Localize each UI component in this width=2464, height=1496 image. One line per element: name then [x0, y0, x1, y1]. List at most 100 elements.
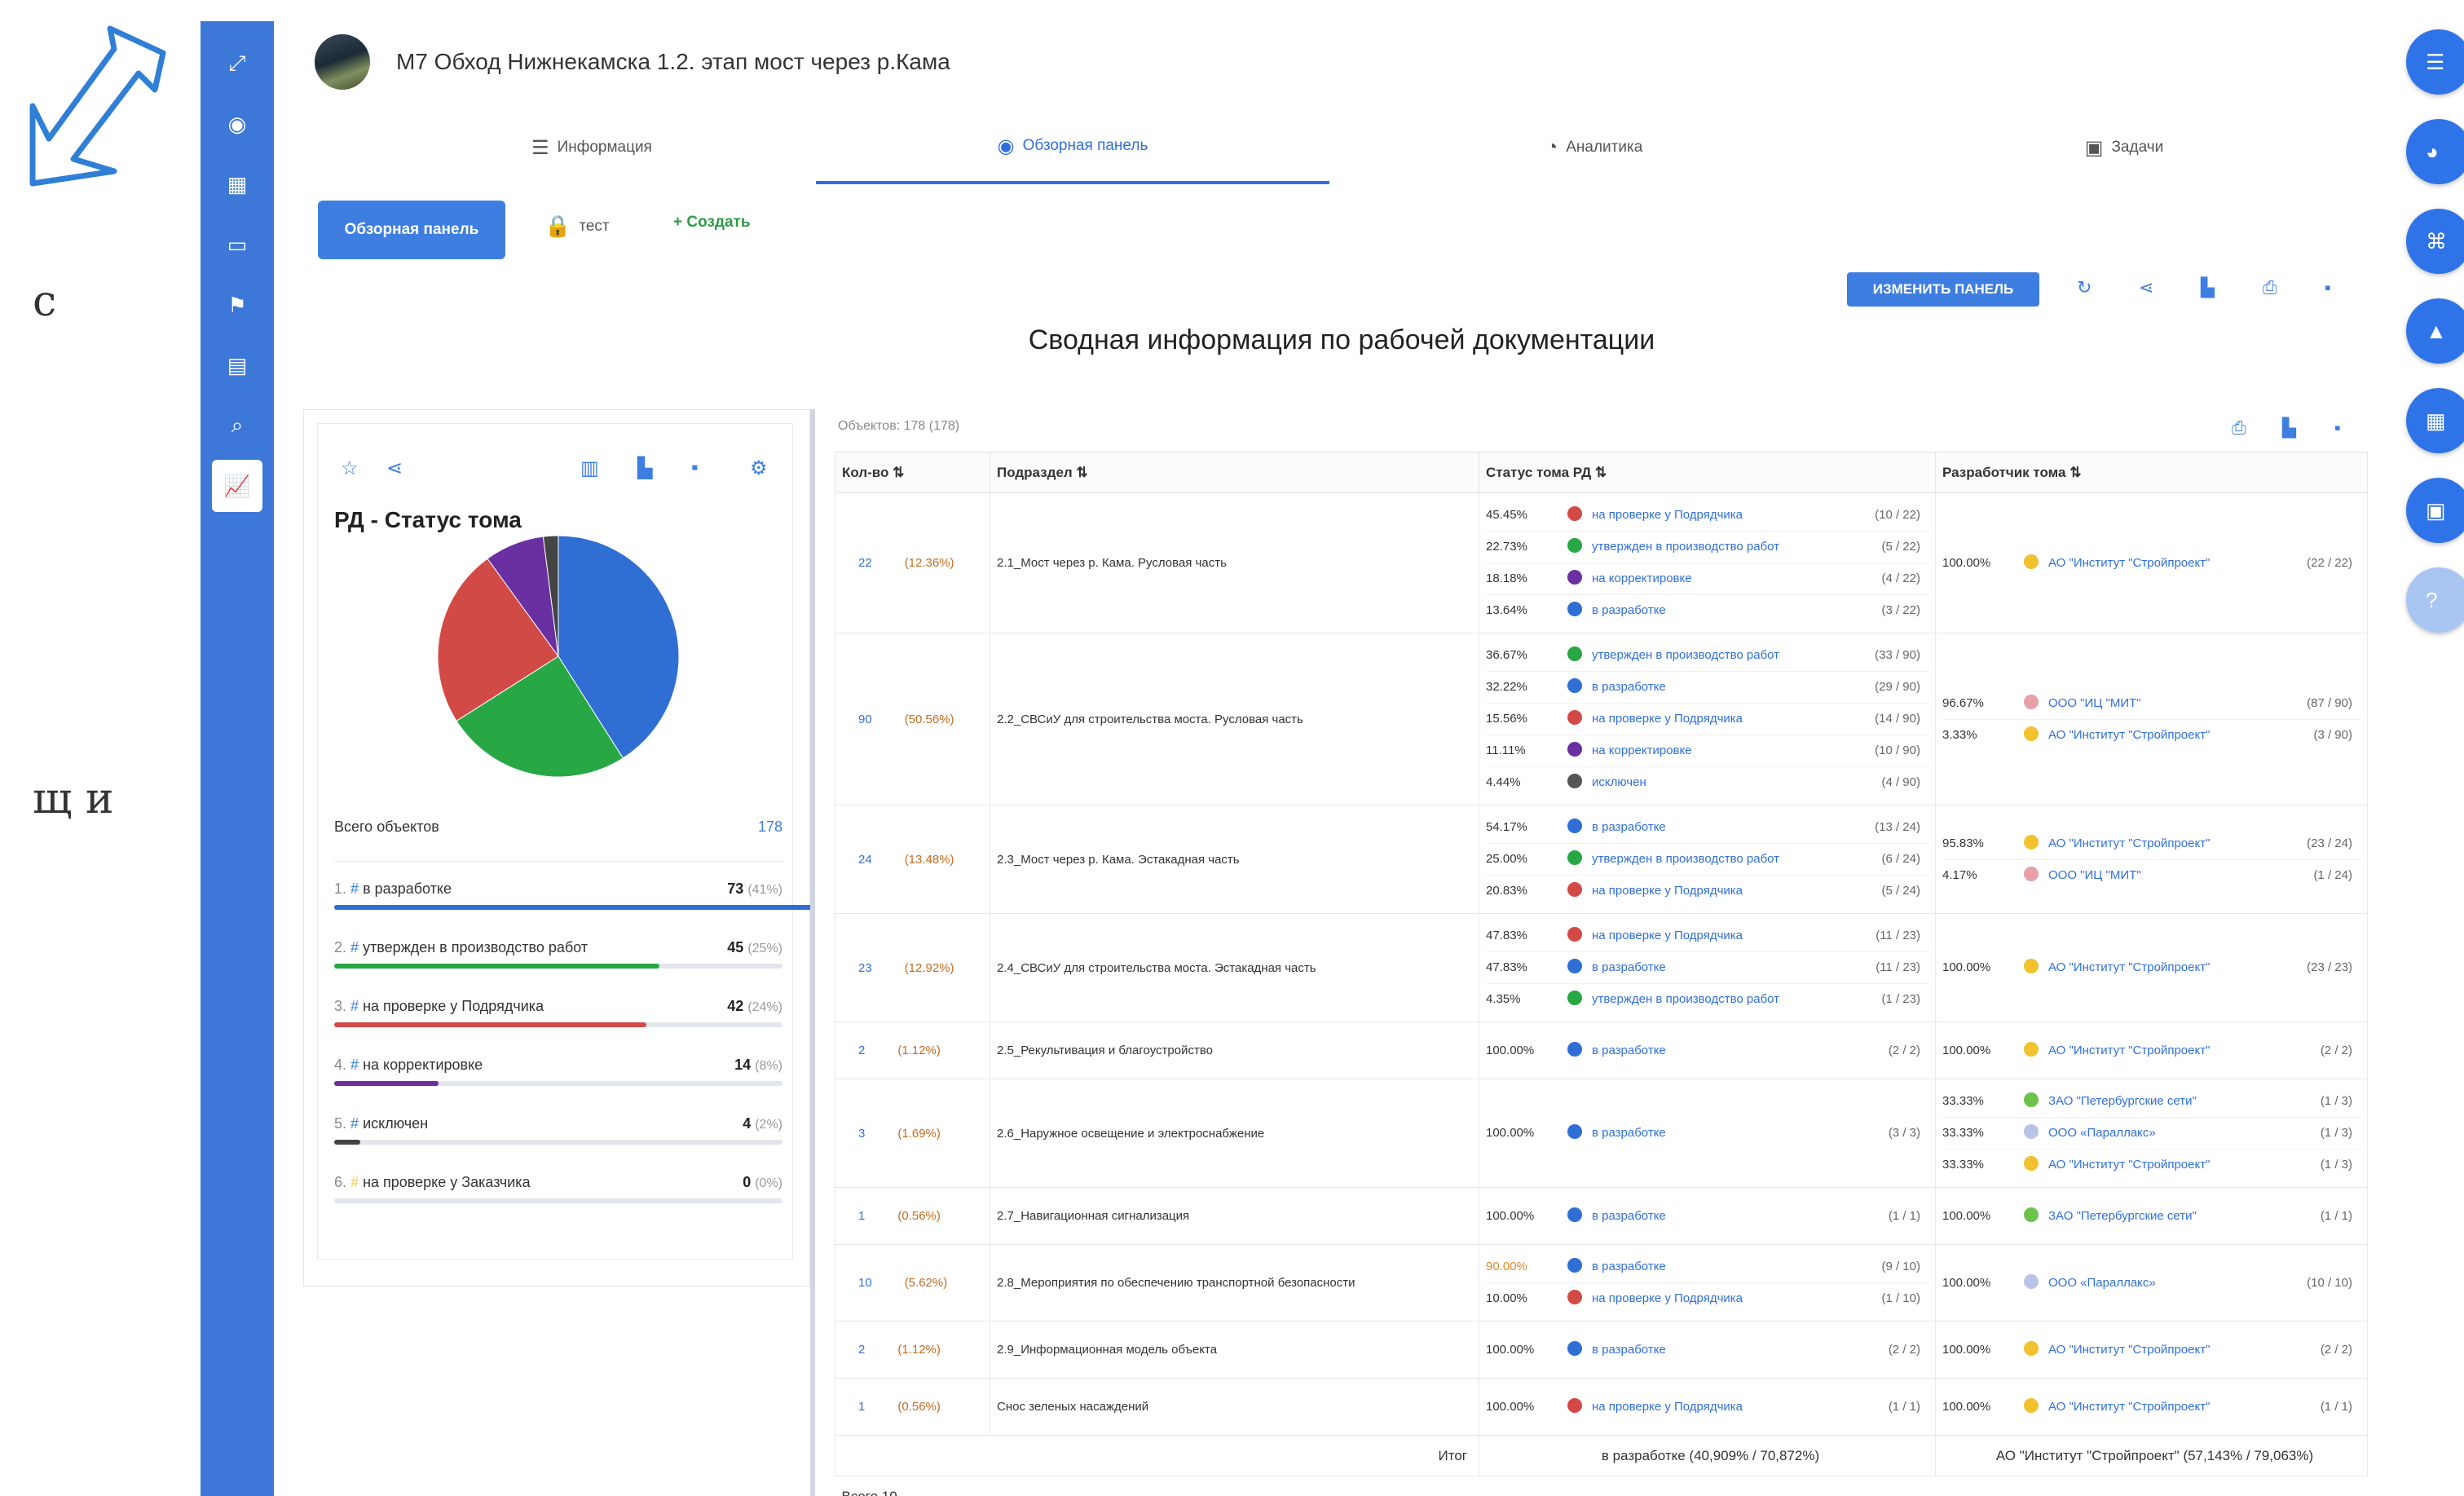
status-name[interactable]: на проверке у Подрядчика: [1592, 712, 1743, 726]
create-button[interactable]: + Создать: [673, 214, 751, 232]
export-icon[interactable]: ▙: [637, 457, 652, 480]
export-icon[interactable]: ▙: [2201, 277, 2215, 298]
building-icon[interactable]: ▲: [2406, 298, 2464, 364]
expand-icon[interactable]: ⤢: [201, 38, 274, 90]
folder-icon[interactable]: ▭: [201, 218, 274, 271]
developer-name[interactable]: АО "Институт "Стройпроект": [2048, 556, 2210, 570]
developer-name[interactable]: АО "Институт "Стройпроект": [2048, 1158, 2210, 1172]
status-name[interactable]: в разработке: [1592, 960, 1666, 974]
qty-value[interactable]: 10: [858, 1276, 872, 1290]
section-name[interactable]: 2.7_Навигационная сигнализация: [997, 1209, 1189, 1223]
document-icon[interactable]: ▤: [201, 339, 274, 391]
search-icon[interactable]: ⌕: [201, 399, 274, 452]
column-header-status[interactable]: Статус тома РД ⇅: [1479, 452, 1936, 493]
table-row[interactable]: 2 (1.12%) 2.5_Рекультивация и благоустройс…: [835, 1022, 2368, 1079]
table-row[interactable]: 1 (0.56%) Снос зеленых насаждений 100.00% на…: [835, 1378, 2368, 1436]
status-name[interactable]: в разработке: [1592, 1209, 1666, 1223]
developer-name[interactable]: АО "Институт "Стройпроект": [2048, 1400, 2210, 1414]
qty-value[interactable]: 2: [858, 1044, 865, 1057]
status-name[interactable]: в разработке: [1592, 680, 1666, 694]
qty-value[interactable]: 24: [858, 853, 872, 867]
section-name[interactable]: 2.9_Информационная модель объекта: [997, 1343, 1217, 1357]
status-name[interactable]: в разработке: [1592, 603, 1666, 617]
legend-item[interactable]: 2. # утвержден в производство работ 45 (2…: [334, 939, 782, 991]
qty-value[interactable]: 1: [858, 1209, 865, 1223]
flag-icon[interactable]: ⚑: [201, 279, 274, 331]
section-name[interactable]: 2.3_Мост через р. Кама. Эстакадная часть: [997, 853, 1240, 867]
section-name[interactable]: Снос зеленых насаждений: [997, 1400, 1148, 1414]
chart-icon[interactable]: 📈: [212, 460, 262, 512]
legend-item[interactable]: 1. # в разработке 73 (41%): [334, 880, 867, 933]
developer-name[interactable]: АО "Институт "Стройпроект": [2048, 1044, 2210, 1057]
settings-icon[interactable]: ⚙: [750, 457, 768, 480]
status-name[interactable]: на корректировке: [1592, 571, 1692, 585]
status-name[interactable]: на корректировке: [1592, 744, 1692, 757]
dashboard-button[interactable]: Обзорная панель: [318, 201, 505, 259]
qty-value[interactable]: 2: [858, 1343, 865, 1357]
status-name[interactable]: в разработке: [1592, 1343, 1666, 1357]
status-name[interactable]: в разработке: [1592, 1260, 1666, 1273]
status-name[interactable]: утвержден в производство работ: [1592, 992, 1779, 1006]
developer-name[interactable]: ООО "ИЦ "МИТ": [2048, 868, 2141, 882]
table-row[interactable]: 22 (12.36%) 2.1_Мост через р. Кама. Руслов…: [835, 492, 2368, 633]
table-row[interactable]: 10 (5.62%) 2.8_Мероприятия по обеспечению …: [835, 1244, 2368, 1322]
section-name[interactable]: 2.6_Наружное освещение и электроснабжени…: [997, 1127, 1264, 1141]
tab-info[interactable]: ☰ Информация: [469, 111, 714, 184]
save-icon[interactable]: ▪: [2325, 277, 2331, 298]
developer-name[interactable]: ООО «Параллакс»: [2048, 1276, 2156, 1290]
status-name[interactable]: утвержден в производство работ: [1592, 852, 1779, 866]
save-icon[interactable]: ▪: [691, 457, 699, 479]
share-icon[interactable]: ⋖: [2139, 277, 2153, 298]
print-icon[interactable]: ⎙: [2232, 417, 2246, 439]
column-header-section[interactable]: Подраздел ⇅: [990, 452, 1479, 493]
section-name[interactable]: 2.4_СВСиУ для строительства моста. Эстак…: [997, 961, 1316, 975]
section-name[interactable]: 2.2_СВСиУ для строительства моста. Русло…: [997, 713, 1303, 726]
legend-item[interactable]: 3. # на проверке у Подрядчика 42 (24%): [334, 998, 782, 1050]
table-row[interactable]: 90 (50.56%) 2.2_СВСиУ для строительства мо…: [835, 633, 2368, 805]
status-name[interactable]: на проверке у Подрядчика: [1592, 508, 1743, 522]
project-avatar[interactable]: [315, 34, 370, 90]
table-row[interactable]: 1 (0.56%) 2.7_Навигационная сигнализация 10…: [835, 1187, 2368, 1245]
legend-item[interactable]: 5. # исключен 4 (2%): [334, 1115, 782, 1167]
photo-icon[interactable]: ▣: [2406, 478, 2464, 543]
status-name[interactable]: на проверке у Подрядчика: [1592, 884, 1743, 898]
status-name[interactable]: в разработке: [1592, 1044, 1666, 1057]
network-icon[interactable]: ⌘: [2406, 209, 2464, 274]
developer-name[interactable]: ООО "ИЦ "МИТ": [2048, 696, 2141, 710]
table-row[interactable]: 2 (1.12%) 2.9_Информационная модель объект…: [835, 1321, 2368, 1379]
section-name[interactable]: 2.5_Рекультивация и благоустройство: [997, 1044, 1213, 1057]
status-name[interactable]: на проверке у Подрядчика: [1592, 1400, 1743, 1414]
legend-item[interactable]: 6. # на проверке у Заказчика 0 (0%): [334, 1174, 782, 1226]
developer-name[interactable]: АО "Институт "Стройпроект": [2048, 836, 2210, 850]
status-name[interactable]: утвержден в производство работ: [1592, 540, 1779, 554]
export-icon[interactable]: ▙: [2282, 417, 2296, 439]
help-icon[interactable]: ?: [2406, 567, 2464, 633]
total-value[interactable]: 178: [758, 819, 782, 836]
star-icon[interactable]: ☆: [341, 457, 359, 480]
status-name[interactable]: в разработке: [1592, 820, 1666, 834]
column-header-qty[interactable]: Кол-во ⇅: [835, 452, 990, 493]
test-panel-chip[interactable]: 🔒 тест: [544, 214, 610, 239]
list-icon[interactable]: ☰: [2406, 29, 2464, 95]
qty-value[interactable]: 22: [858, 556, 872, 570]
pie-chart-icon[interactable]: ◕: [2406, 119, 2464, 184]
table-row[interactable]: 3 (1.69%) 2.6_Наружное освещение и электро…: [835, 1079, 2368, 1188]
tab-analytics[interactable]: ◔ Аналитика: [1472, 111, 1717, 184]
qty-value[interactable]: 90: [858, 713, 872, 726]
developer-name[interactable]: АО "Институт "Стройпроект": [2048, 1343, 2210, 1357]
eye-icon[interactable]: ◉: [201, 98, 274, 150]
status-name[interactable]: в разработке: [1592, 1126, 1666, 1140]
developer-name[interactable]: АО "Институт "Стройпроект": [2048, 728, 2210, 742]
refresh-icon[interactable]: ↻: [2077, 277, 2092, 298]
print-icon[interactable]: ⎙: [2263, 277, 2277, 298]
calendar-icon[interactable]: ▦: [201, 158, 274, 210]
developer-name[interactable]: ООО «Параллакс»: [2048, 1126, 2156, 1140]
qty-value[interactable]: 3: [858, 1127, 865, 1141]
qty-value[interactable]: 1: [858, 1400, 865, 1414]
save-icon[interactable]: ▪: [2334, 417, 2341, 439]
status-name[interactable]: утвержден в производство работ: [1592, 648, 1779, 662]
table-row[interactable]: 23 (12.92%) 2.4_СВСиУ для строительства мо…: [835, 913, 2368, 1022]
map-icon[interactable]: ▦: [2406, 388, 2464, 453]
developer-name[interactable]: ЗАО "Петербургские сети": [2048, 1209, 2197, 1223]
status-name[interactable]: на проверке у Подрядчика: [1592, 1291, 1743, 1305]
